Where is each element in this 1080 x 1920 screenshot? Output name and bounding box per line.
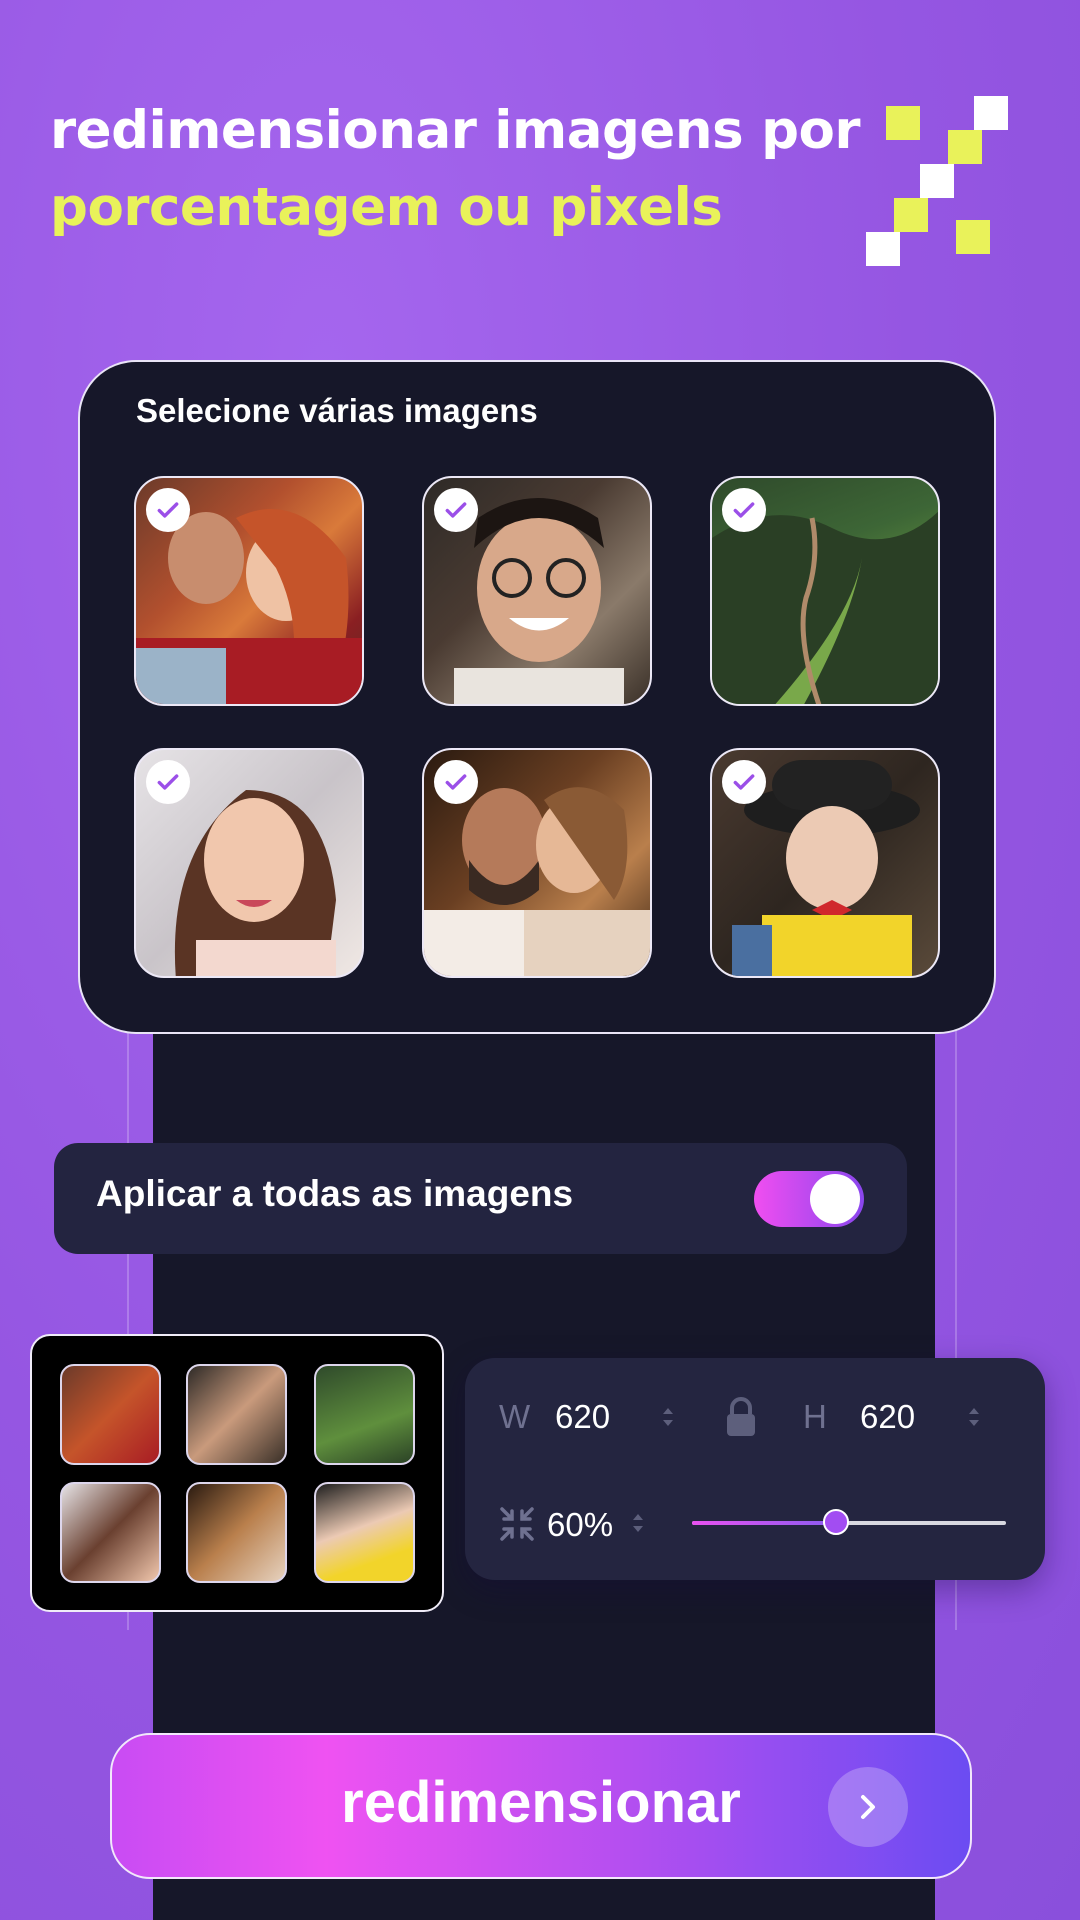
apply-to-all-row: Aplicar a todas as imagens (54, 1143, 907, 1254)
image-tile-mountain[interactable] (710, 476, 940, 706)
image-tile-couple[interactable] (134, 476, 364, 706)
headline-line-1: redimensionar imagens por (50, 100, 861, 161)
thumbnail-young-woman (60, 1482, 161, 1583)
thumbnail-preview-panel (30, 1334, 444, 1612)
checkmark-icon (722, 760, 766, 804)
checkmark-icon (434, 760, 478, 804)
image-tile-wedding[interactable] (422, 748, 652, 978)
apply-to-all-toggle[interactable] (754, 1171, 864, 1227)
apply-to-all-label: Aplicar a todas as imagens (96, 1173, 574, 1214)
height-input[interactable]: 620 (860, 1398, 915, 1436)
image-tile-boy-hat[interactable] (710, 748, 940, 978)
percent-value: 60% (547, 1506, 614, 1543)
image-selection-card: Selecione várias imagens (78, 360, 996, 1034)
selection-title: Selecione várias imagens (136, 392, 538, 429)
width-label: W (499, 1398, 531, 1435)
height-label: H (803, 1398, 827, 1435)
image-tile-young-woman[interactable] (134, 748, 364, 978)
scale-slider-fill (692, 1521, 837, 1525)
thumbnail-couple (60, 1364, 161, 1465)
checkmark-icon (434, 488, 478, 532)
scale-slider-handle[interactable] (823, 1509, 850, 1535)
checkmark-icon (146, 760, 190, 804)
image-tile-man-glasses[interactable] (422, 476, 652, 706)
thumbnail-wedding (186, 1482, 287, 1583)
thumbnail-man-glasses (186, 1364, 287, 1465)
thumbnail-mountain (314, 1364, 415, 1465)
width-input[interactable]: 620 (555, 1398, 610, 1436)
checkmark-icon (146, 488, 190, 532)
resize-button[interactable]: redimensionar (110, 1733, 972, 1879)
lock-icon[interactable] (723, 1396, 759, 1438)
toggle-knob (810, 1174, 860, 1224)
size-settings-panel: W 620 H 620 60% (465, 1358, 1045, 1580)
width-stepper-icon[interactable] (661, 1404, 675, 1430)
checkmark-icon (722, 488, 766, 532)
headline-line-2: porcentagem ou pixels (50, 177, 723, 238)
pixel-logo-icon (866, 96, 1008, 268)
headline: redimensionar imagens por porcentagem ou… (50, 92, 861, 246)
compress-icon (500, 1507, 534, 1541)
chevron-right-icon (828, 1767, 908, 1847)
percent-stepper-icon[interactable] (631, 1510, 645, 1536)
height-stepper-icon[interactable] (967, 1404, 981, 1430)
thumbnail-boy-hat (314, 1482, 415, 1583)
